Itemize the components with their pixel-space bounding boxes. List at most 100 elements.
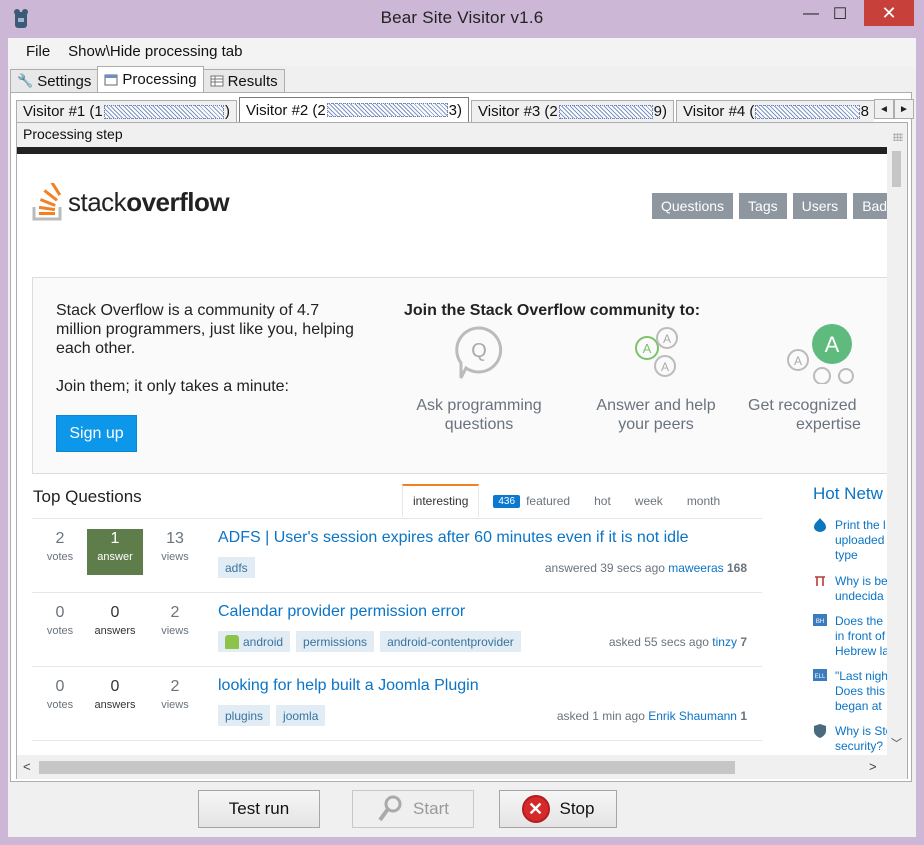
answer-number: 0	[110, 604, 120, 621]
hot-question-item[interactable]: BH Does the in front of Hebrew la	[813, 614, 893, 660]
scroll-left-button[interactable]: ◄	[874, 99, 894, 119]
tag-joomla[interactable]: joomla	[276, 705, 326, 726]
scroll-right-button[interactable]: ►	[894, 99, 914, 119]
tab-hot[interactable]: hot	[584, 484, 621, 518]
question-tags: adfs	[218, 557, 255, 578]
embedded-browser[interactable]: stackoverflow Questions Tags Users Bad S…	[17, 147, 907, 779]
question-meta: asked 55 secs ago tinzy 7	[609, 635, 747, 649]
tab-processing[interactable]: Processing	[97, 66, 204, 92]
feature-ask-line1: Ask programming	[416, 397, 542, 414]
vote-label: votes	[46, 551, 74, 563]
user-link[interactable]: Enrik Shaumann	[648, 709, 737, 723]
menu-file[interactable]: File	[17, 38, 59, 66]
masked-address	[755, 104, 860, 119]
tab-week[interactable]: week	[625, 484, 673, 518]
tag-plugins[interactable]: plugins	[218, 705, 271, 726]
feature-ask: Q Ask programming questions	[384, 324, 574, 434]
signup-button[interactable]: Sign up	[56, 415, 137, 452]
top-questions-heading: Top Questions	[33, 487, 142, 506]
bottom-button-bar: Test run Start ✕ Stop	[8, 782, 916, 837]
vertical-scroll-thumb[interactable]	[892, 151, 901, 187]
visitor-tab-label: Visitor #4 (	[683, 103, 755, 120]
close-button[interactable]: ✕	[864, 0, 914, 26]
view-number: 13	[166, 530, 184, 547]
drupal-icon	[814, 518, 826, 532]
browser-horizontal-scrollbar[interactable]: < >	[17, 755, 907, 779]
wrench-icon: 🔧	[17, 73, 34, 88]
hot-question-text: Print the l uploaded type	[835, 518, 886, 563]
logo-text-light: stack	[68, 187, 127, 217]
user-reputation: 168	[726, 561, 747, 575]
hot-line: Does the	[835, 614, 884, 628]
hero-description: Stack Overflow is a community of 4.7 mil…	[56, 302, 354, 357]
hot-question-item[interactable]: Why is be undecida	[813, 574, 893, 606]
tab-featured[interactable]: 436 featured	[483, 484, 580, 518]
menu-bar: File Show\Hide processing tab	[8, 38, 916, 66]
maximize-button[interactable]: ☐	[815, 0, 865, 28]
nav-tags[interactable]: Tags	[739, 193, 787, 219]
processing-icon	[104, 74, 118, 85]
feature-recognized: A A Get recognized expertise	[748, 324, 907, 434]
recognition-icon: A A	[787, 324, 854, 384]
tag-permissions[interactable]: permissions	[296, 631, 375, 652]
processing-step-frame: Processing step stackoverflow Questions …	[16, 122, 908, 779]
question-title-link[interactable]: Calendar provider permission error	[218, 603, 465, 621]
math-icon	[815, 576, 825, 586]
visitor-tab-label: Visitor #2 (2	[246, 101, 326, 119]
title-bar[interactable]: Bear Site Visitor v1.6 — ☐ ✕	[0, 0, 924, 38]
view-number: 2	[170, 678, 180, 695]
question-row: 0 votes 0 answers 2 views Calendar provi…	[32, 593, 762, 667]
visitor-tab-label: Visitor #1 (1	[23, 103, 103, 120]
tab-visitor-2[interactable]: Visitor #2 (2 3)	[239, 97, 469, 122]
tab-visitor-4[interactable]: Visitor #4 ( 8	[676, 100, 874, 122]
question-filter-tabs: interesting 436 featured hot week month	[402, 484, 734, 518]
question-row: 0 votes 0 answers 2 views looking for he…	[32, 667, 762, 741]
svg-text:A: A	[643, 341, 652, 356]
scroll-right-arrow-icon[interactable]: >	[869, 759, 877, 774]
scroll-left-arrow-icon[interactable]: <	[23, 759, 31, 774]
stop-icon: ✕	[521, 795, 550, 823]
visitor-tab-suffix: 8	[860, 103, 869, 120]
hot-question-item[interactable]: Print the l uploaded type	[813, 518, 893, 564]
resize-grip-icon[interactable]	[893, 133, 903, 141]
tag-android[interactable]: android	[218, 631, 291, 652]
masked-address	[103, 104, 224, 119]
tag-android-contentprovider[interactable]: android-contentprovider	[380, 631, 521, 652]
hot-question-item[interactable]: Why is Sto security?	[813, 724, 893, 756]
user-link[interactable]: tinzy	[712, 635, 737, 649]
scroll-down-arrow-icon[interactable]: ﹀	[891, 735, 902, 751]
answer-number: 0	[110, 678, 120, 695]
stop-button[interactable]: ✕ Stop	[499, 790, 617, 828]
question-meta: asked 1 min ago Enrik Shaumann 1	[557, 709, 747, 723]
view-count: 2 views	[147, 677, 203, 723]
hot-line: Why is be	[835, 574, 888, 588]
test-run-button[interactable]: Test run	[198, 790, 320, 828]
horizontal-scroll-thumb[interactable]	[39, 761, 735, 774]
start-button[interactable]: Start	[352, 790, 474, 828]
hot-question-item[interactable]: ELL "Last nigh Does this began at	[813, 669, 893, 715]
question-meta: answered 39 secs ago maweeras 168	[545, 561, 747, 575]
tab-month[interactable]: month	[677, 484, 730, 518]
tab-visitor-1[interactable]: Visitor #1 (1 )	[16, 100, 237, 122]
nav-users[interactable]: Users	[792, 193, 848, 219]
hot-line: in front of	[835, 629, 886, 643]
hot-line: Print the l	[835, 518, 886, 532]
tab-settings[interactable]: 🔧 Settings	[10, 69, 99, 92]
view-label: views	[161, 551, 189, 563]
hero-heading: Join the Stack Overflow community to:	[404, 302, 701, 319]
user-link[interactable]: maweeras	[668, 561, 723, 575]
stackoverflow-logo[interactable]: stackoverflow	[32, 183, 252, 223]
question-title-link[interactable]: looking for help built a Joomla Plugin	[218, 677, 479, 695]
hot-line: Hebrew la	[835, 644, 890, 658]
menu-show-hide-processing[interactable]: Show\Hide processing tab	[59, 38, 251, 66]
vote-number: 2	[55, 530, 65, 547]
visitor-tabs: Visitor #1 (1 ) Visitor #2 (2 3) Visitor…	[16, 97, 874, 122]
browser-vertical-scrollbar[interactable]: ﹀	[887, 147, 907, 755]
tab-results[interactable]: Results	[202, 69, 285, 92]
tab-visitor-3[interactable]: Visitor #3 (2 9)	[471, 100, 674, 122]
tag-adfs[interactable]: adfs	[218, 557, 255, 578]
question-title-link[interactable]: ADFS | User's session expires after 60 m…	[218, 529, 689, 547]
visitor-tab-label: Visitor #3 (2	[478, 103, 558, 120]
tab-interesting[interactable]: interesting	[402, 484, 480, 518]
nav-questions[interactable]: Questions	[652, 193, 734, 219]
